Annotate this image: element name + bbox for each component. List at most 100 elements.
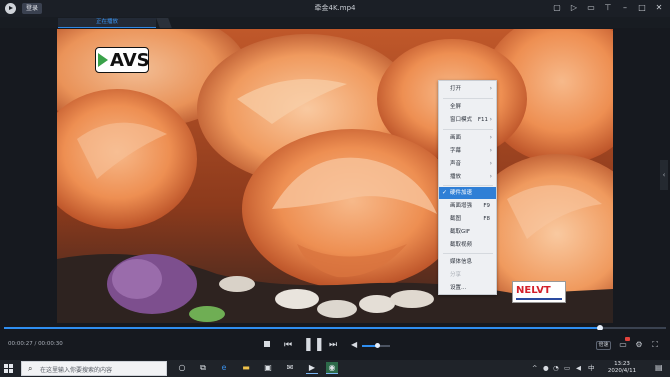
video-frame[interactable]: AVS NELVT — [57, 29, 613, 323]
menu-item-label: 截取视频 — [450, 242, 473, 248]
menu-item-fullscreen[interactable]: 全屏 — [439, 101, 496, 113]
ime-indicator[interactable]: 中 — [588, 362, 595, 374]
action-center-icon[interactable]: ▤ — [655, 363, 663, 372]
stop-button[interactable] — [261, 339, 273, 351]
menu-separator — [443, 129, 493, 130]
windows-start-icon[interactable] — [4, 364, 14, 374]
volume-handle[interactable] — [374, 343, 380, 348]
video-player-taskbar-icon[interactable]: ◉ — [326, 362, 338, 374]
search-icon: ⌕ — [28, 364, 33, 373]
menu-item-enhance[interactable]: 画面增强 F9 — [439, 200, 496, 212]
edge-browser-icon[interactable]: e — [218, 362, 230, 374]
menu-item-label: 设置... — [450, 285, 467, 291]
menu-item-label: 全屏 — [450, 104, 462, 110]
search-placeholder: 在这里输入你要搜索的内容 — [40, 367, 113, 374]
menu-item-hardware-accel[interactable]: ✓ 硬件加速 — [439, 187, 496, 199]
next-button[interactable]: ⏭ — [327, 339, 339, 351]
pause-icon: ❚❚ — [303, 337, 325, 352]
menu-item-open[interactable]: 打开 › — [439, 83, 496, 95]
screen-icon[interactable]: ▭ — [586, 2, 596, 14]
menu-item-label: 分享 — [450, 272, 462, 278]
menu-item-label: 打开 — [450, 86, 462, 92]
menu-item-share: 分享 — [439, 269, 496, 281]
checkmark-icon: ✓ — [442, 189, 448, 196]
total-time: 00:00:30 — [38, 341, 63, 347]
task-view-icon[interactable]: ○ — [176, 362, 188, 374]
taskbar-clock[interactable]: 13:23 2020/4/11 — [600, 361, 644, 375]
context-menu: 打开 › 全屏 窗口模式 F11 › 画面 › 字幕 › 声音 › 播放 › ✓ 硬件加速 画面… — [438, 80, 497, 295]
title-bar: 登录 牵金4K.mp4 ▢ ▷ ▭ ⊤ – □ ✕ — [0, 0, 670, 17]
menu-item-picture[interactable]: 画面 › — [439, 132, 496, 144]
close-icon[interactable]: ✕ — [654, 2, 664, 14]
watermark-stripe — [516, 298, 562, 300]
menu-item-shortcut: F9 — [483, 203, 490, 209]
menu-item-label: 声音 — [450, 161, 462, 167]
speed-button[interactable]: 倍速 — [596, 341, 611, 350]
tab-add[interactable] — [156, 18, 172, 28]
previous-button[interactable]: ⏮ — [282, 339, 294, 351]
seek-bar-progress — [4, 327, 600, 329]
mini-mode-icon[interactable]: ▢ — [552, 2, 562, 14]
taskbar-search-input[interactable]: ⌕ 在这里输入你要搜索的内容 — [21, 361, 167, 376]
window-controls: ▢ ▷ ▭ ⊤ – □ ✕ — [552, 2, 664, 15]
menu-item-playback[interactable]: 播放 › — [439, 171, 496, 183]
menu-separator — [443, 185, 493, 186]
menu-item-label: 硬件加速 — [450, 190, 473, 196]
control-bar: 00:00:27 / 00:00:30 ⏮ ❚❚ ⏭ ◀ 倍速 ▭ ⚙ ⛶ — [0, 330, 670, 360]
time-display: 00:00:27 / 00:00:30 — [8, 341, 63, 347]
battery-icon[interactable]: ▭ — [564, 362, 570, 374]
menu-item-capture-gif[interactable]: 截取GIF — [439, 226, 496, 238]
volume-slider[interactable] — [362, 343, 390, 348]
menu-item-shortcut: F8 — [483, 216, 490, 222]
menu-item-label: 字幕 — [450, 148, 462, 154]
playlist-icon[interactable]: ▷ — [569, 2, 579, 14]
menu-item-capture-video[interactable]: 截取视频 — [439, 239, 496, 251]
menu-item-label: 截图 — [450, 216, 462, 222]
mail-icon[interactable]: ✉ — [284, 362, 296, 374]
avs-logo-play-icon — [98, 53, 108, 67]
tab-strip: 正在播放 — [0, 17, 670, 28]
menu-item-shortcut: F11 — [477, 117, 488, 123]
os-taskbar: ⌕ 在这里输入你要搜索的内容 ○ ⧉ e ▬ ▣ ✉ ▶ ◉ ^ ● ◔ ▭ ◀… — [0, 360, 670, 377]
current-time: 00:00:27 — [8, 341, 33, 347]
seek-bar[interactable] — [4, 325, 666, 331]
stop-icon — [264, 341, 270, 347]
clock-date: 2020/4/11 — [607, 368, 637, 374]
speaker-icon[interactable]: ◀ — [576, 362, 581, 374]
store-icon[interactable]: ▣ — [262, 362, 274, 374]
menu-item-label: 媒体信息 — [450, 259, 473, 265]
tray-expand-icon[interactable]: ^ — [532, 362, 537, 374]
media-player-taskbar-icon[interactable]: ▶ — [306, 362, 318, 374]
fullscreen-icon[interactable]: ⛶ — [650, 339, 660, 350]
menu-item-label: 截取GIF — [450, 229, 471, 235]
volume-icon[interactable]: ◀ — [351, 340, 357, 349]
submenu-arrow-icon: › — [489, 147, 492, 154]
menu-item-label: 画面 — [450, 135, 462, 141]
menu-item-audio[interactable]: 声音 › — [439, 158, 496, 170]
clock-time: 13:23 — [614, 361, 630, 367]
pin-icon[interactable]: ⊤ — [603, 2, 613, 14]
next-icon: ⏭ — [328, 340, 338, 350]
maximize-icon[interactable]: □ — [637, 2, 647, 14]
menu-item-window-mode[interactable]: 窗口模式 F11 › — [439, 114, 496, 126]
notification-badge — [625, 337, 630, 341]
file-explorer-icon[interactable]: ▬ — [240, 362, 252, 374]
settings-gear-icon[interactable]: ⚙ — [634, 339, 644, 350]
minimize-icon[interactable]: – — [620, 2, 630, 14]
tab-now-playing[interactable]: 正在播放 — [58, 18, 156, 28]
menu-item-settings[interactable]: 设置... — [439, 282, 496, 294]
pause-button[interactable]: ❚❚ — [303, 336, 325, 354]
tray-app-icon[interactable]: ● — [543, 362, 549, 374]
wifi-icon[interactable]: ◔ — [553, 362, 559, 374]
submenu-arrow-icon: › — [489, 85, 492, 92]
menu-item-subtitle[interactable]: 字幕 › — [439, 145, 496, 157]
timeline-icon[interactable]: ⧉ — [197, 362, 209, 374]
menu-item-screenshot[interactable]: 截图 F8 — [439, 213, 496, 225]
submenu-arrow-icon: › — [489, 134, 492, 141]
menu-separator — [443, 253, 493, 254]
submenu-arrow-icon: › — [489, 160, 492, 167]
side-panel-toggle-icon[interactable]: ‹ — [660, 160, 668, 190]
menu-item-media-info[interactable]: 媒体信息 — [439, 256, 496, 268]
submenu-arrow-icon: › — [489, 116, 492, 123]
avs-logo: AVS — [95, 47, 150, 73]
